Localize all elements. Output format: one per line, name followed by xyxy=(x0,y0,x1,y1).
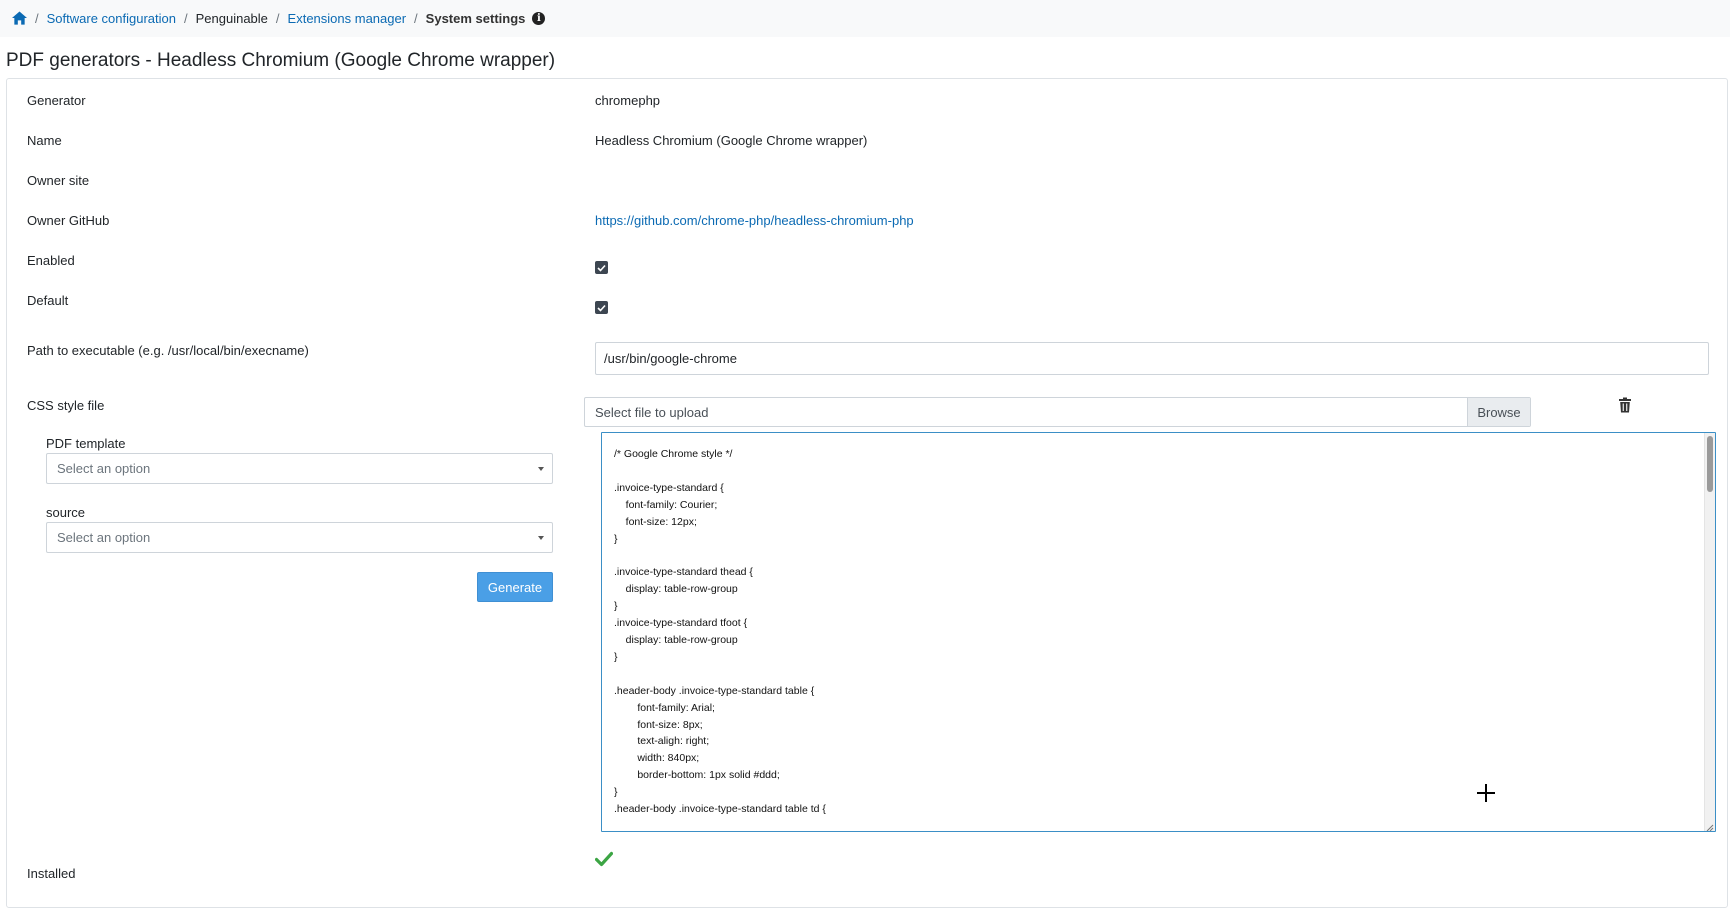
breadcrumb-extensions-manager[interactable]: Extensions manager xyxy=(288,11,407,26)
trash-icon[interactable] xyxy=(1618,397,1632,413)
textarea-scrollbar[interactable] xyxy=(1704,433,1715,831)
generate-button[interactable]: Generate xyxy=(477,572,553,602)
home-icon[interactable] xyxy=(12,11,27,26)
pdf-template-placeholder: Select an option xyxy=(57,461,151,476)
breadcrumb-system-settings: System settings xyxy=(425,11,526,26)
path-input[interactable]: /usr/bin/google-chrome xyxy=(595,342,1709,375)
owner-github-link[interactable]: https://github.com/chrome-php/headless-c… xyxy=(595,213,914,228)
browse-button[interactable]: Browse xyxy=(1467,398,1530,426)
breadcrumb-separator: / xyxy=(183,11,188,26)
pdf-template-select[interactable]: Select an option xyxy=(46,453,553,484)
settings-card: Generator chromephp Name Headless Chromi… xyxy=(6,78,1728,908)
source-label: source xyxy=(46,505,86,520)
crosshair-cursor-icon xyxy=(1475,782,1497,804)
default-checkbox[interactable] xyxy=(595,301,608,314)
source-select[interactable]: Select an option xyxy=(46,522,553,553)
page-title: PDF generators - Headless Chromium (Goog… xyxy=(6,50,556,71)
breadcrumb-separator: / xyxy=(414,11,418,26)
breadcrumb-separator: / xyxy=(35,11,39,26)
owner-site-label: Owner site xyxy=(27,173,90,188)
css-code-content: /* Google Chrome style */ .invoice-type-… xyxy=(614,448,826,816)
file-upload-placeholder: Select file to upload xyxy=(595,404,709,420)
source-placeholder: Select an option xyxy=(57,530,151,545)
breadcrumb-separator: / xyxy=(275,11,280,26)
css-code-textarea[interactable]: /* Google Chrome style */ .invoice-type-… xyxy=(601,432,1716,832)
name-label: Name xyxy=(27,133,62,148)
owner-github-label: Owner GitHub xyxy=(27,213,110,228)
generator-value: chromephp xyxy=(595,93,661,108)
breadcrumb-software-configuration[interactable]: Software configuration xyxy=(47,11,176,26)
path-input-value: /usr/bin/google-chrome xyxy=(604,351,737,366)
checkmark-icon xyxy=(594,851,614,867)
installed-label: Installed xyxy=(27,866,76,881)
css-style-file-label: CSS style file xyxy=(27,398,105,413)
enabled-checkbox[interactable] xyxy=(595,261,608,274)
generator-label: Generator xyxy=(27,93,86,108)
breadcrumb: / Software configuration / Penguinable /… xyxy=(0,0,1730,37)
resize-handle-icon[interactable] xyxy=(1704,820,1714,831)
scrollbar-thumb[interactable] xyxy=(1707,436,1713,492)
name-value: Headless Chromium (Google Chrome wrapper… xyxy=(595,133,868,148)
default-label: Default xyxy=(27,293,69,308)
css-file-upload[interactable]: Select file to upload Browse xyxy=(584,397,1531,427)
breadcrumb-penguinable: Penguinable xyxy=(195,11,268,26)
chevron-down-icon xyxy=(538,467,544,471)
chevron-down-icon xyxy=(538,536,544,540)
pdf-template-label: PDF template xyxy=(46,436,126,451)
enabled-label: Enabled xyxy=(27,253,75,268)
owner-github-value: https://github.com/chrome-php/headless-c… xyxy=(595,213,914,228)
path-label: Path to executable (e.g. /usr/local/bin/… xyxy=(27,343,309,358)
info-icon[interactable]: i xyxy=(532,12,546,25)
